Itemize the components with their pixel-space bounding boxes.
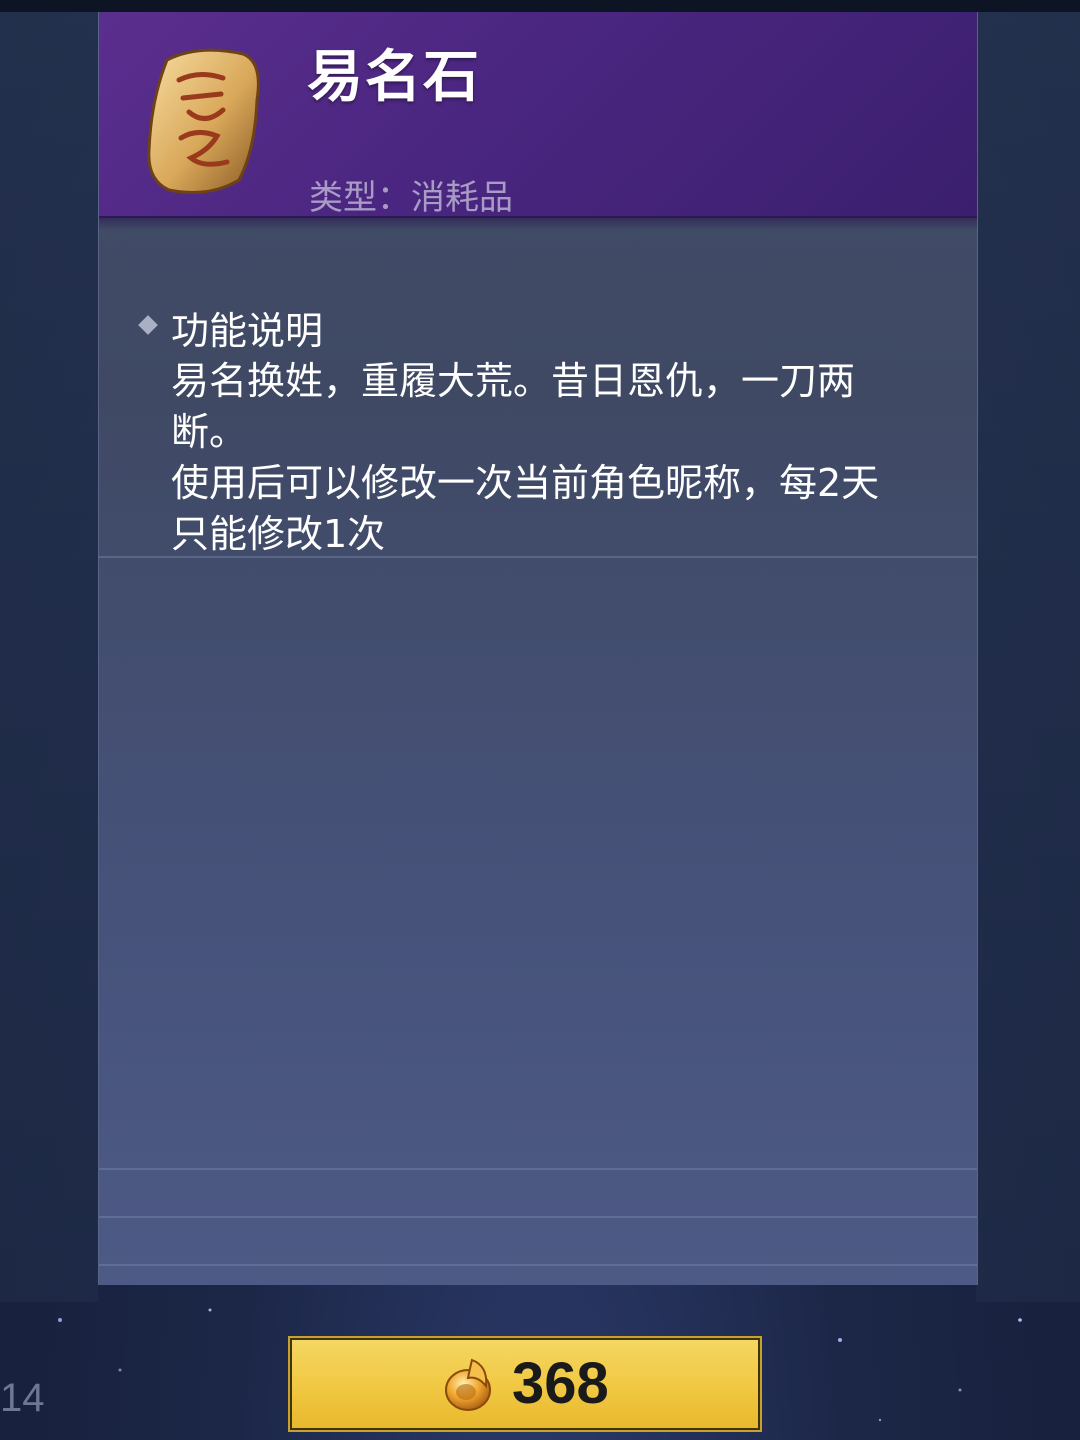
item-name: 易名石 <box>307 45 481 110</box>
right-backdrop <box>976 12 1080 1302</box>
diamond-bullet-icon <box>138 315 158 335</box>
divider <box>99 556 977 558</box>
description-line: 易名换姓，重履大荒。昔日恩仇，一刀两断。 <box>171 359 856 454</box>
left-backdrop <box>0 12 98 1302</box>
divider <box>99 1216 977 1218</box>
divider <box>99 1264 977 1266</box>
gold-ingot-icon <box>445 1358 491 1411</box>
corner-label: 14 <box>0 1376 45 1420</box>
item-type: 类型：消耗品 <box>309 178 513 218</box>
price-value: 368 <box>512 1351 609 1416</box>
section-title: 功能说明 <box>171 309 324 353</box>
item-header: 易名石 类型：消耗品 <box>99 12 977 230</box>
purchase-button[interactable]: 368 <box>288 1336 762 1432</box>
item-detail-card: 易名石 类型：消耗品 功能说明 易名换姓，重履大荒。昔日恩仇，一刀两断。 使用后… <box>98 12 978 1285</box>
description-line: 使用后可以修改一次当前角色昵称，每2天只能修改1次 <box>171 461 880 556</box>
top-strip <box>0 0 1080 12</box>
section-body: 易名换姓，重履大荒。昔日恩仇，一刀两断。 使用后可以修改一次当前角色昵称，每2天… <box>171 356 901 560</box>
name-stone-icon <box>147 48 260 194</box>
divider <box>99 1168 977 1170</box>
